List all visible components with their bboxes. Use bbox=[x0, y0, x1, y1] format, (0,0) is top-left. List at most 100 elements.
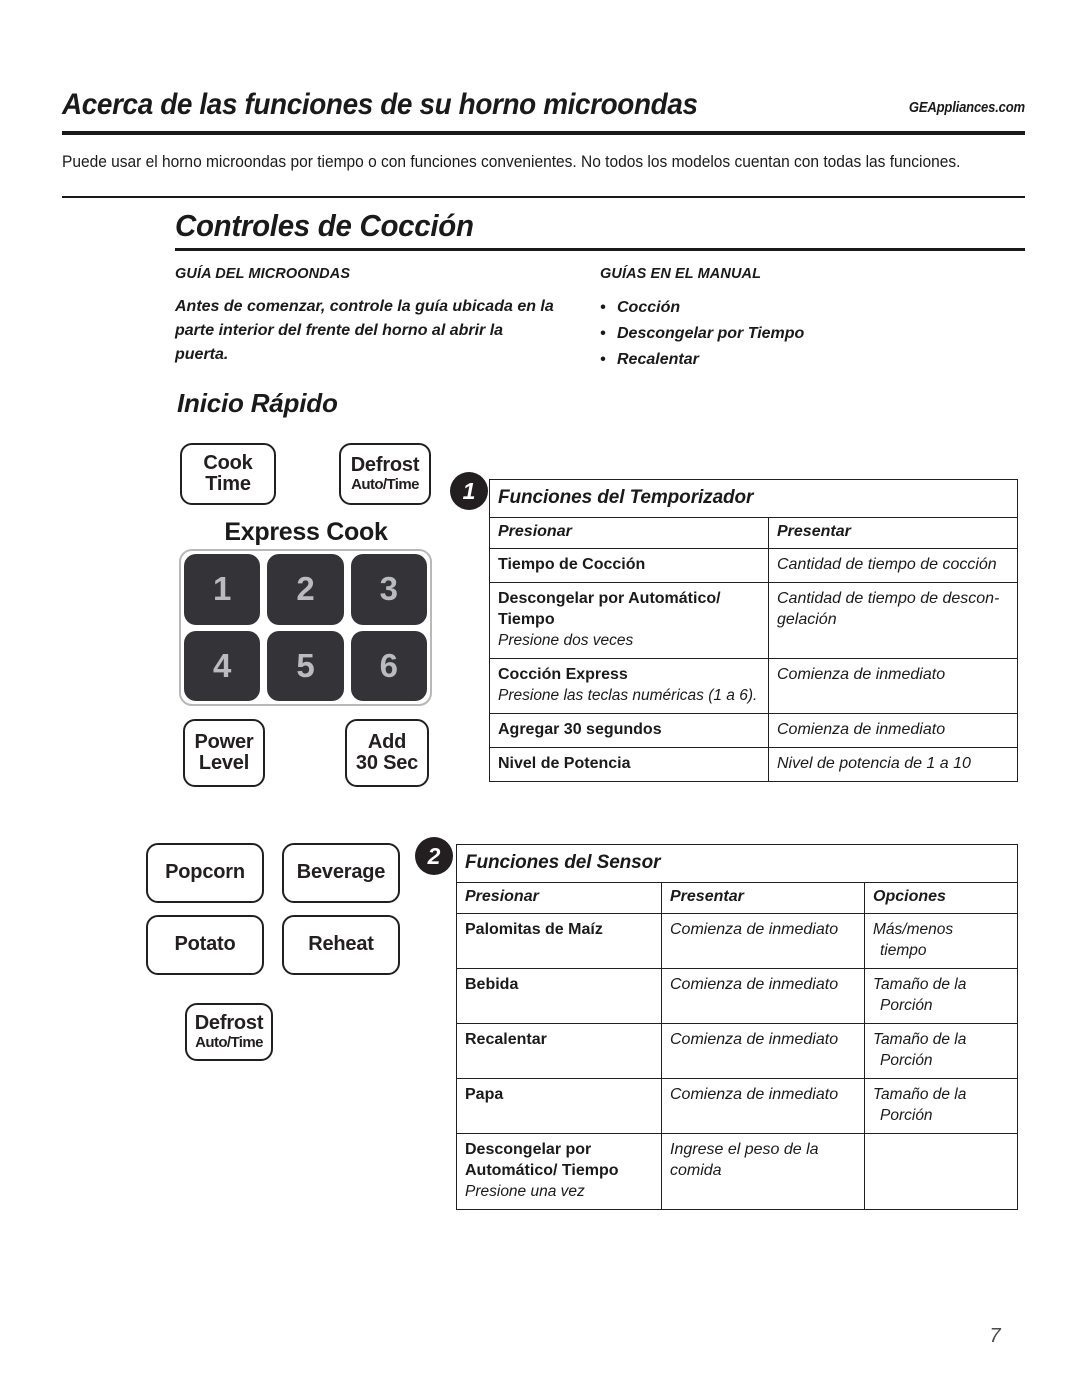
timer-row-press-main: Tiempo de Cocción bbox=[498, 556, 646, 573]
defrost-auto-time-button-bottom[interactable]: Defrost Auto/Time bbox=[185, 1003, 273, 1061]
manual-guide-list: Cocción Descongelar por Tiempo Recalenta… bbox=[600, 295, 930, 373]
intro-divider bbox=[62, 196, 1025, 198]
manual-guide-item: Cocción bbox=[600, 295, 930, 321]
numeric-key-1[interactable]: 1 bbox=[184, 554, 261, 625]
timer-row-press: Tiempo de Cocción bbox=[489, 548, 769, 583]
sensor-row-press: Recalentar bbox=[456, 1023, 662, 1079]
power-level-button[interactable]: Power Level bbox=[183, 719, 265, 787]
table-header-row: Presionar Presentar Opciones bbox=[456, 882, 1018, 914]
defrost-bottom-label-sub: Auto/Time bbox=[195, 1033, 263, 1051]
section-title: Controles de Cocción bbox=[175, 208, 474, 243]
power-level-label-main: Power bbox=[194, 730, 254, 753]
numeric-key-6[interactable]: 6 bbox=[350, 630, 427, 701]
timer-functions-table: Funciones del Temporizador Presionar Pre… bbox=[489, 479, 1018, 782]
express-cook-label: Express Cook bbox=[224, 518, 388, 546]
reheat-button[interactable]: Reheat bbox=[282, 915, 400, 975]
numeric-key-5[interactable]: 5 bbox=[267, 630, 344, 701]
timer-col-press: Presionar bbox=[489, 517, 769, 549]
sensor-row-options-cont: Porción bbox=[880, 997, 933, 1014]
timer-row-show: Cantidad de tiempo de cocción bbox=[768, 548, 1018, 583]
sensor-row-options-main: Tamaño de la bbox=[873, 1086, 967, 1103]
table-row: Recalentar Comienza de inmediato Tamaño … bbox=[456, 1023, 1018, 1079]
sensor-table-title: Funciones del Sensor bbox=[456, 844, 1018, 883]
page-number: 7 bbox=[989, 1325, 1001, 1347]
page-header: Acerca de las funciones de su horno micr… bbox=[62, 88, 1025, 134]
sensor-col-press: Presionar bbox=[456, 882, 662, 914]
timer-row-press: Descongelar por Automático/ Tiempo Presi… bbox=[489, 582, 769, 659]
microwave-guide-body: Antes de comenzar, controle la guía ubic… bbox=[175, 298, 554, 363]
numeric-key-2[interactable]: 2 bbox=[267, 554, 344, 625]
sensor-row-show: Comienza de inmediato bbox=[661, 1023, 865, 1079]
potato-button[interactable]: Potato bbox=[146, 915, 264, 975]
numeric-key-3[interactable]: 3 bbox=[350, 554, 427, 625]
sensor-row-show: Ingrese el peso de la comida bbox=[661, 1133, 865, 1210]
sensor-row-options: Tamaño de la Porción bbox=[864, 968, 1018, 1024]
sensor-row-press: Descongelar por Automático/ Tiempo Presi… bbox=[456, 1133, 662, 1210]
sensor-row-press-main: Descongelar por Automático/ Tiempo bbox=[465, 1141, 619, 1179]
section-divider bbox=[175, 248, 1025, 251]
timer-table-title: Funciones del Temporizador bbox=[489, 479, 1018, 518]
sensor-row-options-cont: tiempo bbox=[880, 942, 927, 959]
popcorn-label: Popcorn bbox=[165, 861, 245, 884]
defrost-bottom-label-main: Defrost bbox=[194, 1012, 264, 1035]
table-row: Cocción Express Presione las teclas numé… bbox=[489, 658, 1018, 714]
timer-row-press-main: Descongelar por Automático/ Tiempo bbox=[498, 590, 721, 628]
defrost-label-main: Defrost bbox=[350, 454, 420, 477]
beverage-label: Beverage bbox=[296, 861, 386, 884]
table-row: Tiempo de Cocción Cantidad de tiempo de … bbox=[489, 548, 1018, 583]
table-title-row: Funciones del Sensor bbox=[456, 844, 1018, 883]
table-row: Agregar 30 segundos Comienza de inmediat… bbox=[489, 713, 1018, 748]
step-badge-one: 1 bbox=[450, 472, 488, 510]
timer-col-show: Presentar bbox=[768, 517, 1018, 549]
microwave-guide-heading: GUÍA DEL MICROONDAS bbox=[175, 266, 351, 282]
add-30-sec-label-sub: 30 Sec bbox=[355, 752, 419, 774]
cook-time-button[interactable]: Cook Time bbox=[180, 443, 276, 505]
sensor-row-options-main: Tamaño de la bbox=[873, 976, 967, 993]
popcorn-button[interactable]: Popcorn bbox=[146, 843, 264, 903]
sensor-row-options bbox=[864, 1133, 1018, 1210]
sensor-row-press-main: Bebida bbox=[465, 976, 519, 993]
timer-row-press: Nivel de Potencia bbox=[489, 747, 769, 782]
manual-guide-block: GUÍAS EN EL MANUAL Cocción Descongelar p… bbox=[600, 266, 930, 373]
add-30-sec-label-main: Add bbox=[367, 730, 407, 753]
timer-row-press-note: Presione las teclas numéricas (1 a 6). bbox=[498, 687, 758, 704]
table-title-row: Funciones del Temporizador bbox=[489, 479, 1018, 518]
sensor-row-press: Papa bbox=[456, 1078, 662, 1134]
table-row: Nivel de Potencia Nivel de potencia de 1… bbox=[489, 747, 1018, 782]
potato-label: Potato bbox=[174, 933, 236, 956]
manual-guide-heading: GUÍAS EN EL MANUAL bbox=[600, 266, 762, 282]
sensor-row-press-main: Papa bbox=[465, 1086, 504, 1103]
sensor-row-options: Tamaño de la Porción bbox=[864, 1078, 1018, 1134]
sensor-col-show: Presentar bbox=[661, 882, 865, 914]
defrost-auto-time-button-top[interactable]: Defrost Auto/Time bbox=[339, 443, 431, 505]
sensor-row-options-cont: Porción bbox=[880, 1052, 933, 1069]
table-row: Papa Comienza de inmediato Tamaño de la … bbox=[456, 1078, 1018, 1134]
quickstart-title: Inicio Rápido bbox=[177, 388, 338, 418]
beverage-button[interactable]: Beverage bbox=[282, 843, 400, 903]
table-row: Descongelar por Automático/ Tiempo Presi… bbox=[489, 582, 1018, 659]
sensor-row-show: Comienza de inmediato bbox=[661, 968, 865, 1024]
table-row: Bebida Comienza de inmediato Tamaño de l… bbox=[456, 968, 1018, 1024]
add-30-sec-button[interactable]: Add 30 Sec bbox=[345, 719, 429, 787]
cook-time-label-sub: Time bbox=[205, 473, 251, 495]
sensor-row-options: Tamaño de la Porción bbox=[864, 1023, 1018, 1079]
sensor-row-press-main: Palomitas de Maíz bbox=[465, 921, 603, 938]
table-header-row: Presionar Presentar bbox=[489, 517, 1018, 549]
sensor-row-press-main: Recalentar bbox=[465, 1031, 547, 1048]
sensor-row-options-cont: Porción bbox=[880, 1107, 933, 1124]
sensor-row-options-main: Más/menos bbox=[873, 921, 954, 938]
step-badge-two: 2 bbox=[415, 837, 453, 875]
sensor-row-press-note: Presione una vez bbox=[465, 1183, 585, 1200]
timer-row-show: Cantidad de tiempo de descon-gelación bbox=[768, 582, 1018, 659]
intro-paragraph: Puede usar el horno microondas por tiemp… bbox=[62, 153, 961, 171]
numeric-key-4[interactable]: 4 bbox=[184, 630, 261, 701]
sensor-row-options-main: Tamaño de la bbox=[873, 1031, 967, 1048]
sensor-col-options: Opciones bbox=[864, 882, 1018, 914]
sensor-row-show: Comienza de inmediato bbox=[661, 913, 865, 969]
manual-guide-item: Descongelar por Tiempo bbox=[600, 321, 930, 347]
table-row: Palomitas de Maíz Comienza de inmediato … bbox=[456, 913, 1018, 969]
timer-row-press: Cocción Express Presione las teclas numé… bbox=[489, 658, 769, 714]
power-level-label-sub: Level bbox=[198, 752, 250, 774]
defrost-label-sub: Auto/Time bbox=[351, 475, 419, 493]
page-title: Acerca de las funciones de su horno micr… bbox=[62, 88, 698, 121]
